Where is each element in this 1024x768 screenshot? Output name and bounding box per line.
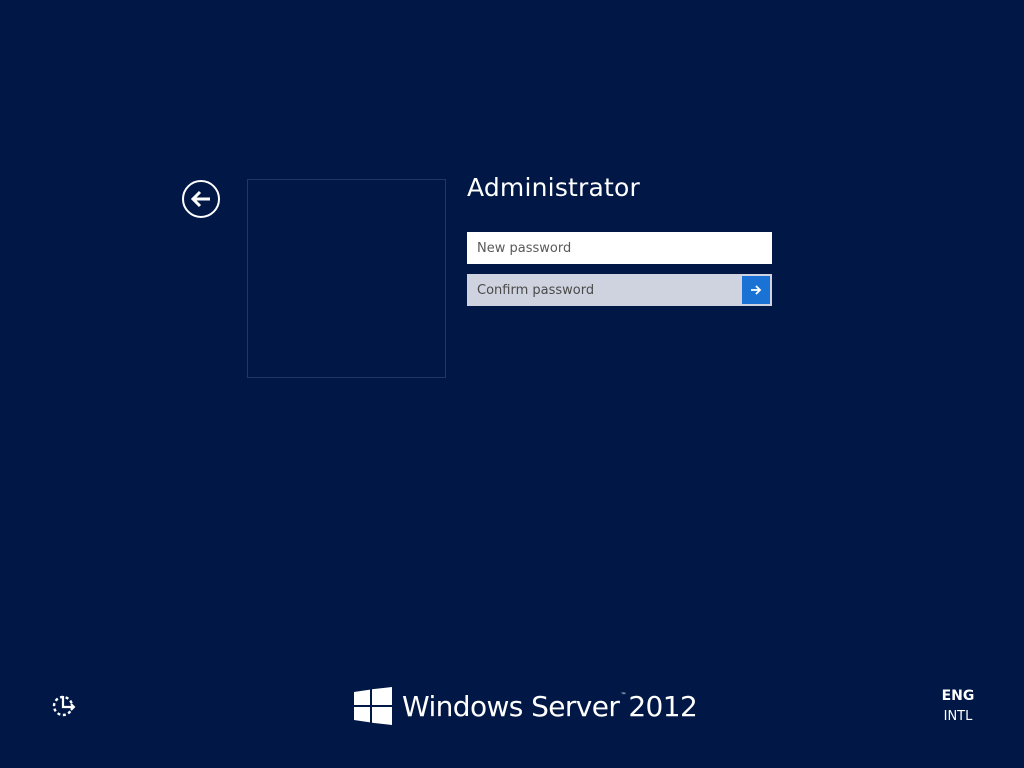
ease-of-access-icon bbox=[52, 695, 76, 717]
brand-version: 2012 bbox=[628, 689, 698, 723]
brand-name: Windows Server bbox=[402, 689, 620, 723]
arrow-left-icon bbox=[190, 190, 210, 208]
windows-logo-icon bbox=[354, 687, 392, 725]
keyboard-layout: INTL bbox=[943, 709, 973, 724]
username: Administrator bbox=[467, 173, 641, 202]
input-language-indicator[interactable]: ENG INTL bbox=[938, 688, 978, 725]
back-button[interactable] bbox=[182, 180, 220, 218]
arrow-right-icon bbox=[751, 285, 762, 295]
lock-screen: Administrator Windows Server ™ 2012 ENG IN… bbox=[0, 0, 1024, 768]
windows-server-branding: Windows Server ™ 2012 bbox=[354, 686, 698, 726]
user-tile bbox=[247, 179, 446, 378]
ease-of-access-button[interactable] bbox=[50, 692, 78, 720]
submit-button[interactable] bbox=[742, 276, 770, 304]
confirm-password-row bbox=[467, 274, 772, 306]
new-password-input[interactable] bbox=[467, 232, 772, 264]
language-code: ENG bbox=[941, 688, 975, 704]
trademark-symbol: ™ bbox=[620, 691, 627, 699]
confirm-password-input[interactable] bbox=[468, 275, 740, 305]
